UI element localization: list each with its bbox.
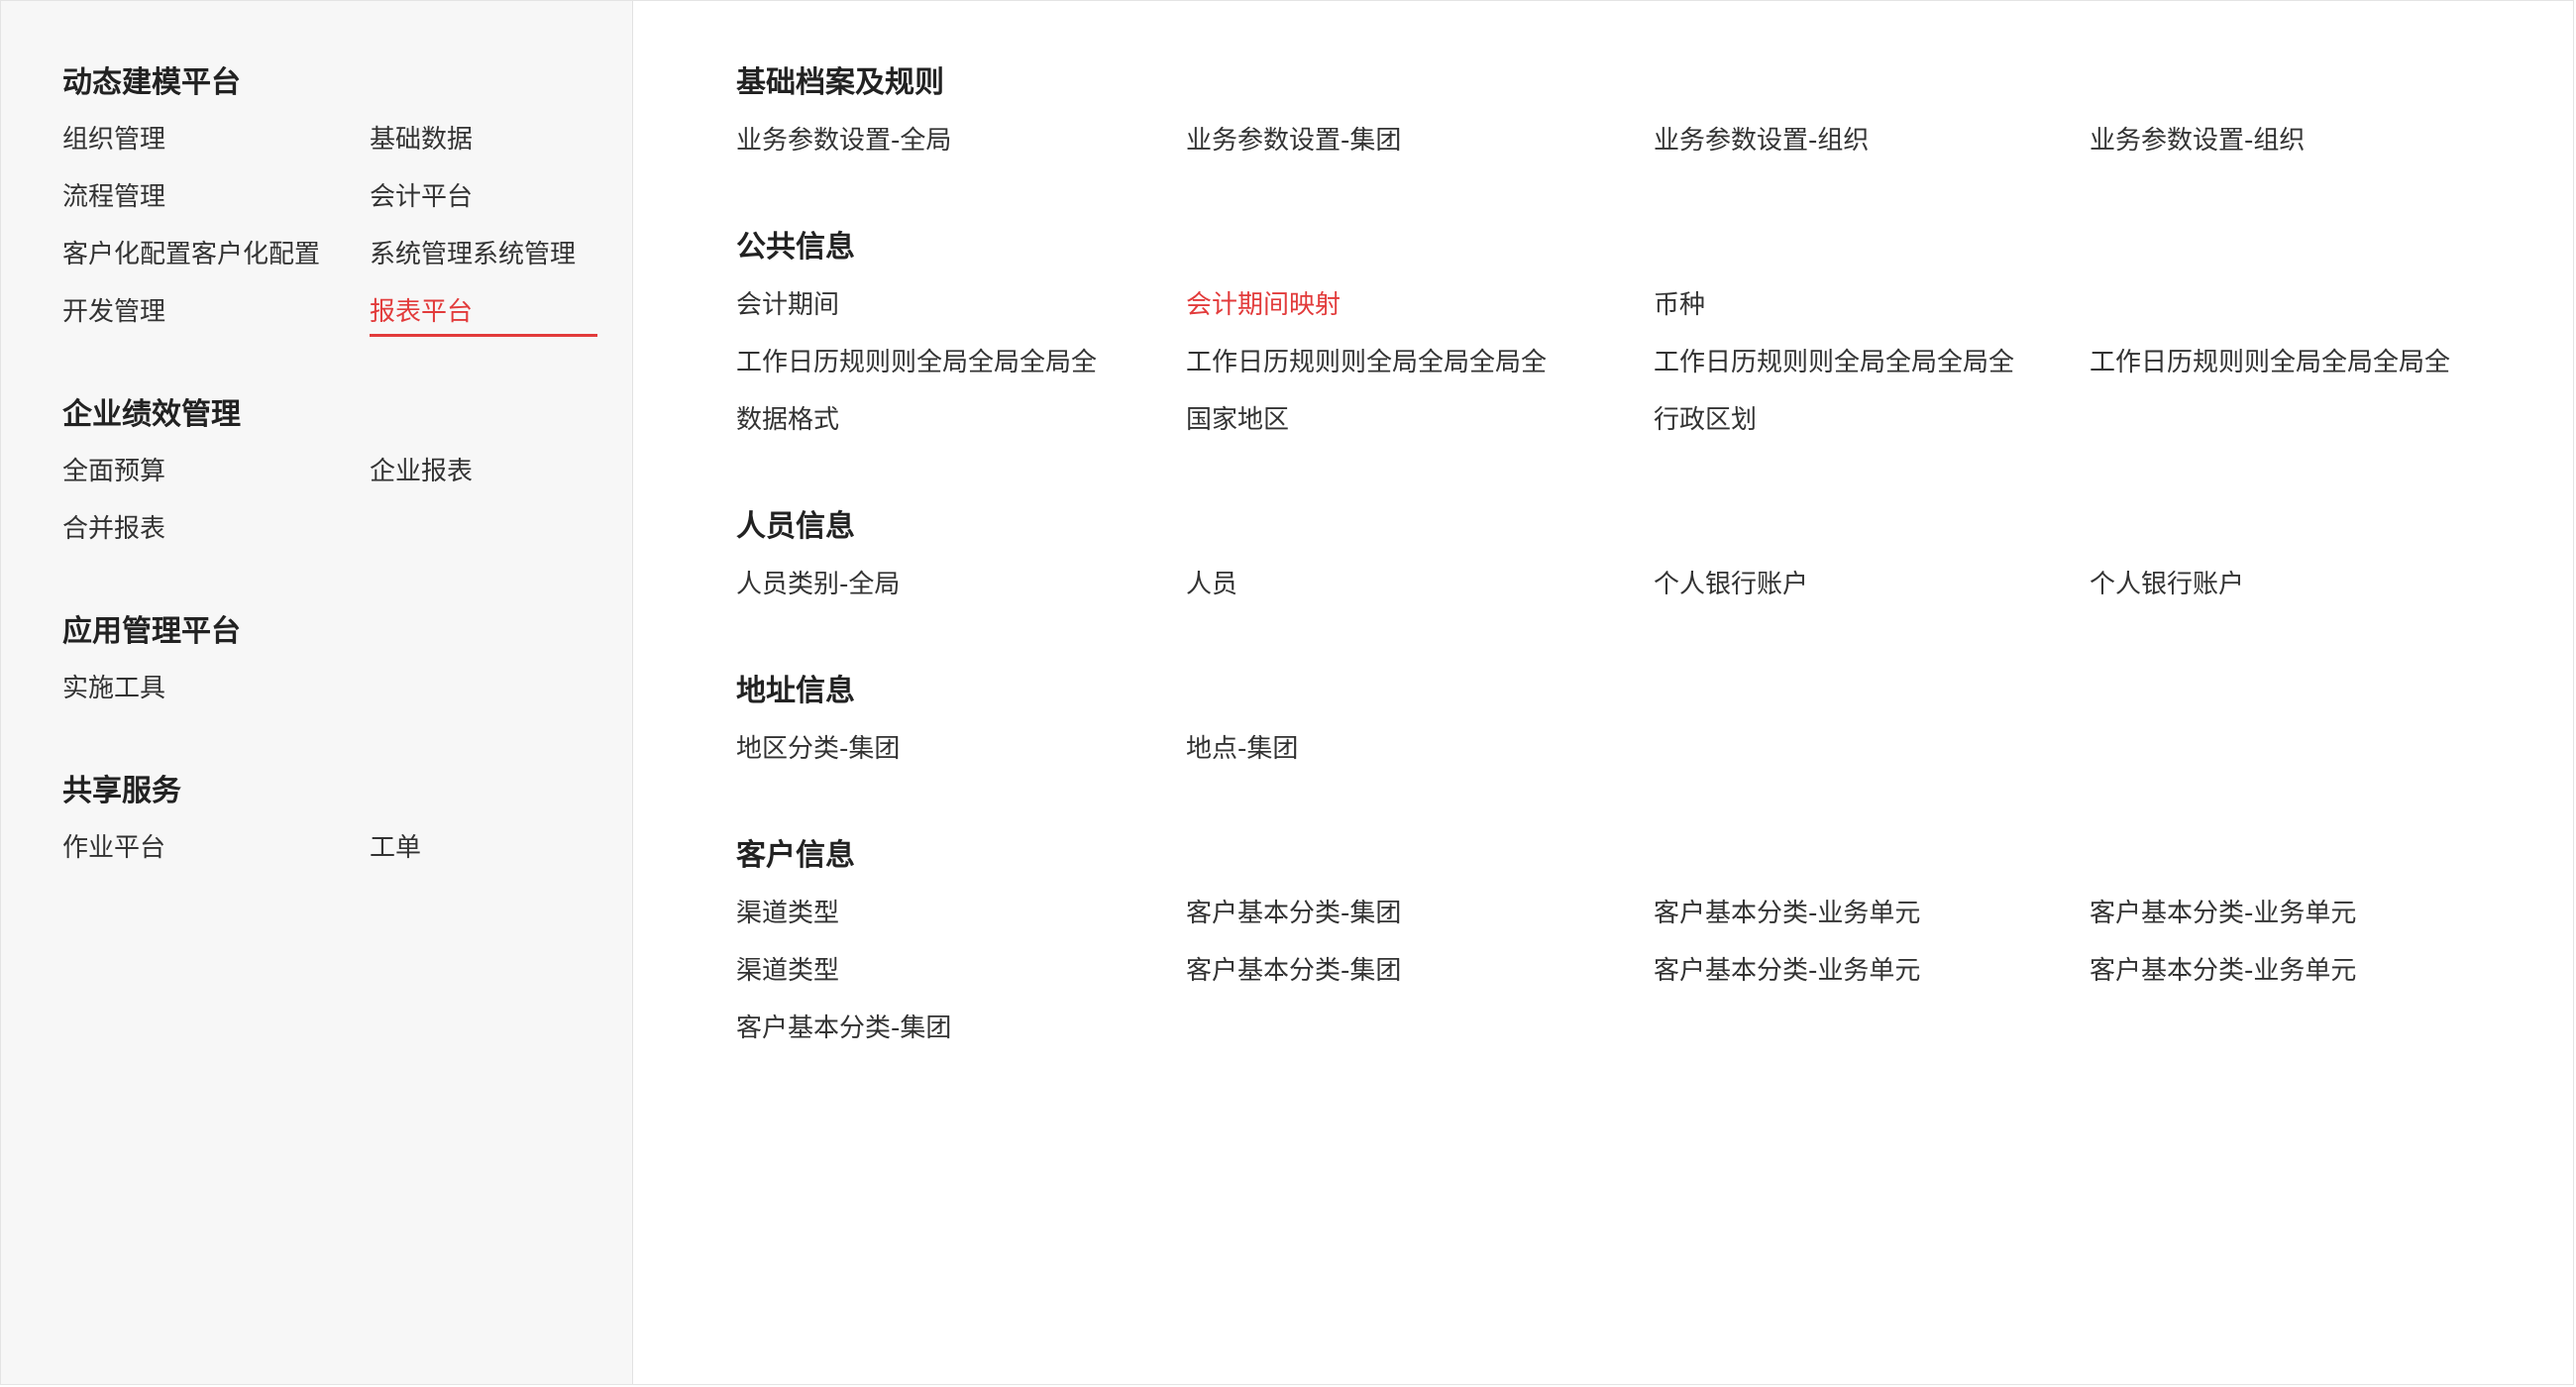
menu-item[interactable]: 客户基本分类-业务单元: [1654, 890, 2090, 938]
sidebar-group-items: 组织管理 基础数据 流程管理 会计平台 客户化配置客户化配置 系统管理系统管理 开发管理 报表…: [62, 116, 632, 337]
sidebar-group-title: 动态建模平台: [62, 65, 241, 100]
menu-item[interactable]: 地区分类-集团: [736, 725, 1186, 774]
menu-section-title: 客户信息: [736, 838, 855, 873]
menu-section-title: 公共信息: [736, 230, 855, 265]
menu-section-title: 地址信息: [736, 674, 855, 708]
sidebar-item[interactable]: 企业报表: [370, 448, 597, 496]
menu-item[interactable]: 会计期间: [736, 281, 1186, 330]
menu-section: 公共信息 会计期间 会计期间映射 币种 工作日历规则则全局全局全局全 工作日历规则则全局全…: [736, 223, 2573, 445]
menu-item[interactable]: 工作日历规则则全局全局全局全: [736, 339, 1186, 387]
menu-item[interactable]: 行政区划: [1654, 396, 2090, 445]
menu-item-active[interactable]: 会计期间映射: [1186, 281, 1654, 330]
menu-section-title: 基础档案及规则: [736, 65, 944, 100]
menu-item[interactable]: 渠道类型: [736, 890, 1186, 938]
sidebar-item[interactable]: 系统管理系统管理: [370, 231, 597, 279]
sidebar-item[interactable]: 开发管理: [62, 288, 370, 337]
sidebar-item[interactable]: 工单: [370, 824, 597, 873]
menu-item[interactable]: 工作日历规则则全局全局全局全: [1654, 339, 2090, 387]
sidebar-group: 共享服务作业平台 工单: [62, 767, 632, 873]
menu-section: 人员信息 人员类别-全局 人员 个人银行账户 个人银行账户: [736, 502, 2573, 609]
menu-item-empty: [2090, 281, 2506, 330]
menu-item[interactable]: 客户基本分类-集团: [736, 1005, 1186, 1053]
sidebar-group: 应用管理平台实施工具: [62, 607, 632, 713]
sidebar-item[interactable]: 会计平台: [370, 173, 597, 222]
sidebar-item[interactable]: 合并报表: [62, 505, 370, 554]
menu-item[interactable]: 地点-集团: [1186, 725, 1654, 774]
menu-item[interactable]: 人员类别-全局: [736, 561, 1186, 609]
menu-content: 基础档案及规则 业务参数设置-全局 业务参数设置-集团 业务参数设置-组织 业务参数设置…: [633, 1, 2573, 1384]
sidebar-group-items: 作业平台 工单: [62, 824, 632, 873]
sidebar-item-active[interactable]: 报表平台: [370, 288, 597, 337]
menu-item[interactable]: 客户基本分类-业务单元: [1654, 947, 2090, 996]
sidebar-item[interactable]: 客户化配置客户化配置: [62, 231, 370, 279]
menu-item[interactable]: 业务参数设置-组织: [2090, 117, 2506, 165]
sidebar-group-items: 实施工具: [62, 665, 632, 713]
sidebar-group-title: 共享服务: [62, 774, 181, 808]
menu-item[interactable]: 业务参数设置-组织: [1654, 117, 2090, 165]
menu-item[interactable]: 币种: [1654, 281, 2090, 330]
sidebar-group-items: 全面预算 企业报表 合并报表: [62, 448, 632, 554]
menu-item[interactable]: 数据格式: [736, 396, 1186, 445]
menu-item[interactable]: 个人银行账户: [2090, 561, 2506, 609]
sidebar-item[interactable]: 组织管理: [62, 116, 370, 164]
menu-item[interactable]: 客户基本分类-集团: [1186, 890, 1654, 938]
menu-section-items: 地区分类-集团 地点-集团: [736, 725, 2573, 774]
menu-item[interactable]: 客户基本分类-业务单元: [2090, 890, 2506, 938]
menu-item[interactable]: 人员: [1186, 561, 1654, 609]
menu-section-items: 渠道类型 客户基本分类-集团 客户基本分类-业务单元 客户基本分类-业务单元 渠道类型客…: [736, 890, 2573, 1053]
menu-item[interactable]: 客户基本分类-业务单元: [2090, 947, 2506, 996]
menu-item[interactable]: 工作日历规则则全局全局全局全: [2090, 339, 2506, 387]
menu-section-items: 人员类别-全局 人员 个人银行账户 个人银行账户: [736, 561, 2573, 609]
menu-section: 客户信息 渠道类型 客户基本分类-集团 客户基本分类-业务单元 客户基本分类-业务单元渠…: [736, 831, 2573, 1053]
mega-menu-panel: 动态建模平台组织管理 基础数据 流程管理 会计平台 客户化配置客户化配置 系统管理系统管理…: [0, 0, 2574, 1385]
menu-section: 基础档案及规则 业务参数设置-全局 业务参数设置-集团 业务参数设置-组织 业务参数设置…: [736, 58, 2573, 165]
menu-section-items: 会计期间 会计期间映射 币种 工作日历规则则全局全局全局全 工作日历规则则全局全局全局全…: [736, 281, 2573, 445]
sidebar-item[interactable]: 实施工具: [62, 665, 370, 713]
menu-section-items: 业务参数设置-全局 业务参数设置-集团 业务参数设置-组织 业务参数设置-组织: [736, 117, 2573, 165]
sidebar-group-title: 企业绩效管理: [62, 397, 241, 432]
sidebar-item[interactable]: 基础数据: [370, 116, 597, 164]
menu-item[interactable]: 国家地区: [1186, 396, 1654, 445]
menu-item[interactable]: 客户基本分类-集团: [1186, 947, 1654, 996]
menu-section: 地址信息地区分类-集团 地点-集团: [736, 667, 2573, 774]
menu-section-title: 人员信息: [736, 509, 855, 544]
menu-item[interactable]: 工作日历规则则全局全局全局全: [1186, 339, 1654, 387]
sidebar-group-title: 应用管理平台: [62, 614, 241, 649]
sidebar-group: 动态建模平台组织管理 基础数据 流程管理 会计平台 客户化配置客户化配置 系统管理系统管理…: [62, 58, 632, 337]
sidebar-item[interactable]: 流程管理: [62, 173, 370, 222]
menu-item[interactable]: 个人银行账户: [1654, 561, 2090, 609]
menu-item[interactable]: 渠道类型: [736, 947, 1186, 996]
sidebar-group: 企业绩效管理全面预算 企业报表 合并报表: [62, 390, 632, 554]
sidebar-item[interactable]: 全面预算: [62, 448, 370, 496]
menu-item[interactable]: 业务参数设置-集团: [1186, 117, 1654, 165]
menu-item[interactable]: 业务参数设置-全局: [736, 117, 1186, 165]
sidebar-item[interactable]: 作业平台: [62, 824, 370, 873]
sidebar: 动态建模平台组织管理 基础数据 流程管理 会计平台 客户化配置客户化配置 系统管理系统管理…: [1, 1, 633, 1384]
